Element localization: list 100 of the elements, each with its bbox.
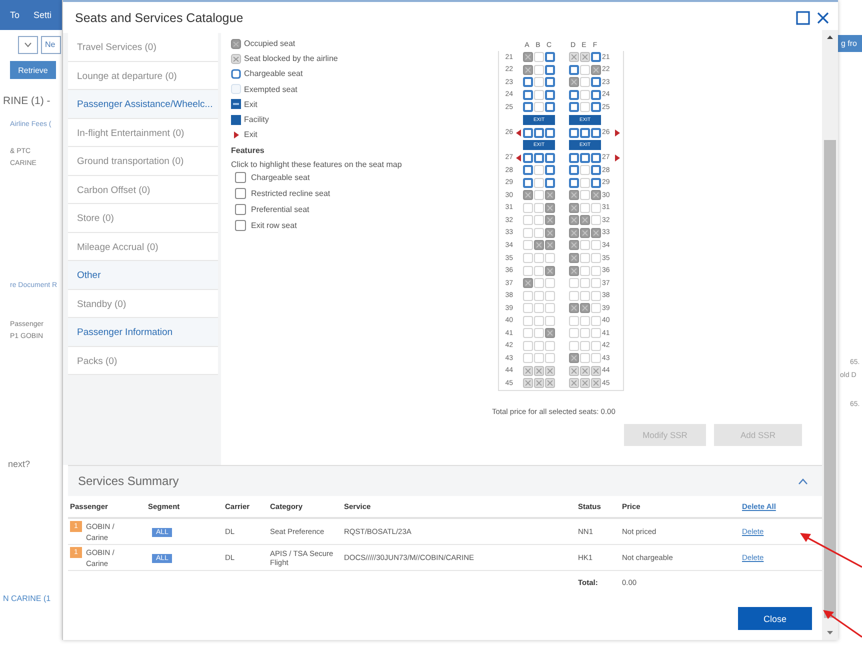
blocked-seat[interactable] — [591, 378, 601, 388]
occupied-seat[interactable] — [569, 202, 579, 213]
occupied-seat[interactable] — [569, 303, 579, 314]
available-seat[interactable] — [591, 240, 601, 250]
available-seat[interactable] — [523, 202, 533, 213]
close-button[interactable]: Close — [738, 607, 812, 630]
checkbox-label[interactable]: Restricted recline seat — [251, 188, 330, 198]
scrollbar[interactable] — [822, 30, 838, 640]
chargeable-seat[interactable] — [545, 64, 555, 75]
dropdown[interactable] — [18, 36, 38, 54]
occupied-seat[interactable] — [545, 240, 555, 250]
chargeable-seat[interactable] — [545, 152, 555, 163]
chargeable-seat[interactable] — [591, 152, 601, 163]
available-seat[interactable] — [523, 316, 533, 326]
available-seat[interactable] — [534, 316, 544, 326]
sidebar-item[interactable]: Packs (0) — [68, 346, 218, 375]
occupied-seat[interactable] — [523, 64, 533, 75]
checkbox-label[interactable]: Chargeable seat — [251, 172, 310, 182]
available-seat[interactable] — [591, 328, 601, 338]
available-seat[interactable] — [534, 278, 544, 288]
available-seat[interactable] — [523, 228, 533, 238]
blocked-seat[interactable] — [545, 378, 555, 388]
checkbox-label[interactable]: Preferential seat — [251, 204, 310, 214]
available-seat[interactable] — [591, 290, 601, 301]
sidebar-item[interactable]: Passenger Information — [68, 318, 218, 346]
checkbox[interactable] — [235, 220, 246, 231]
available-seat[interactable] — [545, 278, 555, 288]
chargeable-seat[interactable] — [580, 128, 590, 138]
occupied-seat[interactable] — [545, 202, 555, 213]
occupied-seat[interactable] — [569, 190, 579, 200]
chargeable-seat[interactable] — [569, 165, 579, 176]
available-seat[interactable] — [534, 340, 544, 351]
close-icon[interactable] — [816, 10, 830, 24]
sidebar-item[interactable]: Standby (0) — [68, 290, 218, 318]
checkbox[interactable] — [235, 204, 246, 215]
available-seat[interactable] — [545, 303, 555, 314]
sidebar-item[interactable]: Mileage Accrual (0) — [68, 232, 218, 261]
chargeable-seat[interactable] — [545, 128, 555, 138]
occupied-seat[interactable] — [580, 303, 590, 314]
checkbox-label[interactable]: Exit row seat — [251, 220, 297, 230]
available-seat[interactable] — [580, 253, 590, 264]
checkbox[interactable] — [235, 188, 246, 199]
available-seat[interactable] — [580, 290, 590, 301]
chargeable-seat[interactable] — [523, 128, 533, 138]
available-seat[interactable] — [591, 266, 601, 276]
chargeable-seat[interactable] — [569, 178, 579, 188]
sidebar-item[interactable]: Passenger Assistance/Wheelc... — [68, 90, 218, 118]
chargeable-seat[interactable] — [545, 52, 555, 62]
available-seat[interactable] — [534, 303, 544, 314]
available-seat[interactable] — [534, 253, 544, 264]
chargeable-seat[interactable] — [523, 77, 533, 88]
occupied-seat[interactable] — [523, 278, 533, 288]
action-button[interactable]: g fro — [838, 35, 862, 52]
sidebar-item[interactable]: Ground transportation (0) — [68, 147, 218, 176]
chargeable-seat[interactable] — [591, 178, 601, 188]
available-seat[interactable] — [569, 278, 579, 288]
available-seat[interactable] — [534, 266, 544, 276]
available-seat[interactable] — [523, 353, 533, 364]
available-seat[interactable] — [591, 353, 601, 364]
blocked-seat[interactable] — [580, 378, 590, 388]
chargeable-seat[interactable] — [591, 90, 601, 100]
sidebar-item[interactable]: In-flight Entertainment (0) — [68, 118, 218, 147]
occupied-seat[interactable] — [569, 253, 579, 264]
available-seat[interactable] — [569, 340, 579, 351]
available-seat[interactable] — [523, 215, 533, 226]
available-seat[interactable] — [523, 266, 533, 276]
menu-link[interactable]: To — [10, 10, 20, 20]
occupied-seat[interactable] — [591, 190, 601, 200]
chargeable-seat[interactable] — [534, 152, 544, 163]
chargeable-seat[interactable] — [569, 64, 579, 75]
available-seat[interactable] — [580, 316, 590, 326]
occupied-seat[interactable] — [534, 240, 544, 250]
chargeable-seat[interactable] — [591, 77, 601, 88]
chargeable-seat[interactable] — [545, 178, 555, 188]
occupied-seat[interactable] — [545, 266, 555, 276]
available-seat[interactable] — [580, 328, 590, 338]
checkbox[interactable] — [235, 172, 246, 183]
blocked-seat[interactable] — [534, 378, 544, 388]
available-seat[interactable] — [580, 266, 590, 276]
menu-link[interactable]: Setti — [34, 10, 52, 20]
chargeable-seat[interactable] — [523, 102, 533, 112]
blocked-seat[interactable] — [591, 366, 601, 376]
chevron-up-icon[interactable] — [798, 478, 808, 484]
chargeable-seat[interactable] — [545, 90, 555, 100]
available-seat[interactable] — [580, 353, 590, 364]
occupied-seat[interactable] — [569, 353, 579, 364]
scrollbar-thumb[interactable] — [824, 140, 836, 618]
available-seat[interactable] — [580, 202, 590, 213]
occupied-seat[interactable] — [545, 228, 555, 238]
available-seat[interactable] — [545, 340, 555, 351]
occupied-seat[interactable] — [523, 52, 533, 62]
chargeable-seat[interactable] — [523, 178, 533, 188]
available-seat[interactable] — [523, 290, 533, 301]
blocked-seat[interactable] — [569, 52, 579, 62]
available-seat[interactable] — [591, 316, 601, 326]
chargeable-seat[interactable] — [545, 165, 555, 176]
occupied-seat[interactable] — [545, 190, 555, 200]
occupied-seat[interactable] — [523, 190, 533, 200]
blocked-seat[interactable] — [580, 52, 590, 62]
available-seat[interactable] — [569, 328, 579, 338]
